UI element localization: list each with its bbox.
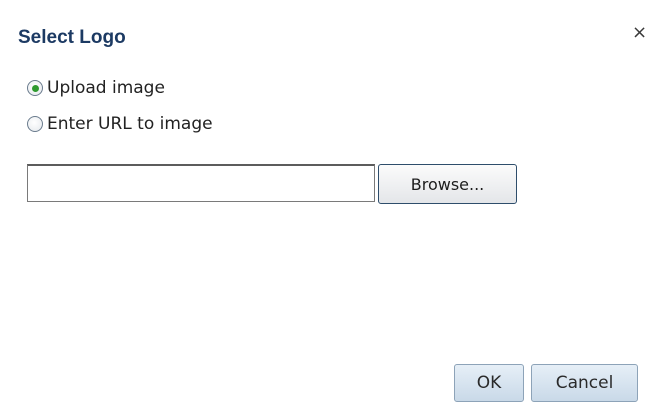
- dialog-title: Select Logo: [18, 27, 126, 48]
- close-icon[interactable]: ×: [632, 24, 647, 42]
- ok-button[interactable]: OK: [454, 364, 524, 402]
- upload-image-option[interactable]: Upload image: [27, 76, 165, 100]
- select-logo-dialog: Select Logo × Upload image Enter URL to …: [0, 0, 654, 412]
- upload-image-label[interactable]: Upload image: [47, 78, 165, 98]
- upload-image-radio[interactable]: [27, 80, 43, 96]
- enter-url-radio[interactable]: [27, 116, 43, 132]
- browse-button[interactable]: Browse...: [378, 164, 517, 204]
- file-path-input[interactable]: [27, 164, 375, 202]
- cancel-button[interactable]: Cancel: [531, 364, 638, 402]
- enter-url-label[interactable]: Enter URL to image: [47, 114, 213, 134]
- enter-url-option[interactable]: Enter URL to image: [27, 112, 213, 136]
